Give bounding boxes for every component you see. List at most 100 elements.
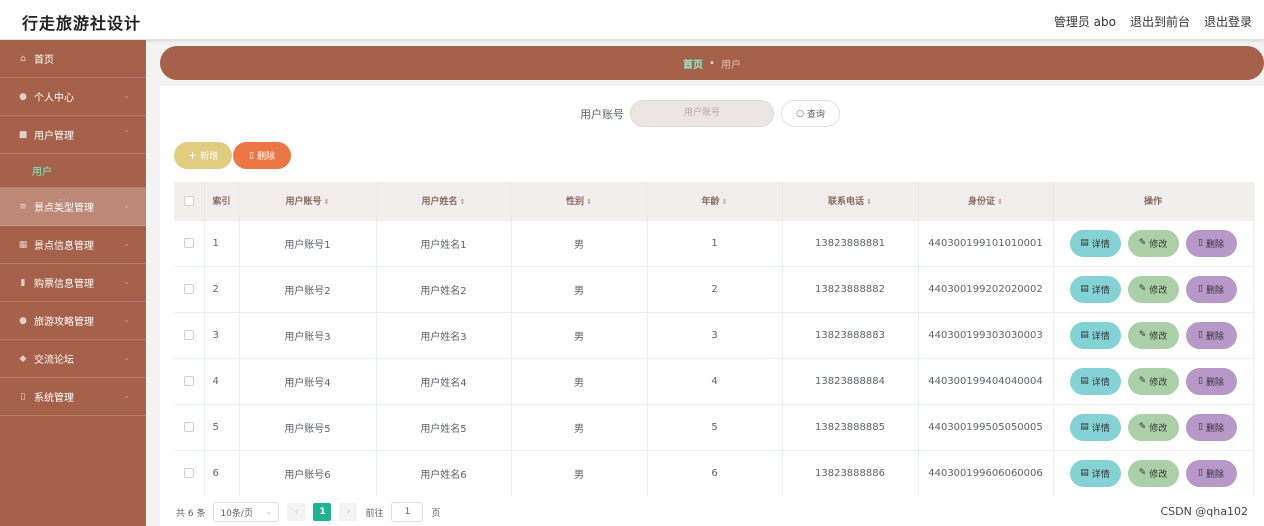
delete-row-button[interactable]: ▯ 删除	[1185, 459, 1237, 487]
breadcrumb-home[interactable]: 首页	[683, 56, 703, 71]
header-age[interactable]: 年龄 ⇕	[647, 182, 783, 220]
search-input[interactable]: 用户账号	[630, 100, 774, 127]
header-ops: 操作	[1053, 182, 1254, 220]
chevron-down-icon: ⌄	[123, 91, 130, 100]
sidebar-item-scenic-type[interactable]: ≡ 景点类型管理 ⌄	[0, 188, 146, 226]
edit-button[interactable]: ✎ 修改	[1127, 413, 1179, 441]
table-row: 2 用户账号2 用户姓名2 男 2 13823888882 4403001992020200…	[174, 265, 1254, 312]
edit-button[interactable]: ✎ 修改	[1127, 229, 1179, 257]
sidebar-item-home[interactable]: ⌂ 首页	[0, 40, 146, 78]
top-right-menu: 管理员 abo 退出到前台 退出登录	[1054, 13, 1252, 30]
header-gender[interactable]: 性别 ⇕	[511, 182, 648, 220]
chevron-down-icon: ⌄	[123, 391, 130, 400]
row-checkbox[interactable]	[174, 449, 205, 496]
edit-button[interactable]: ✎ 修改	[1127, 275, 1179, 303]
pencil-icon: ✎	[1138, 468, 1147, 479]
goto-page-input[interactable]: 1	[391, 502, 424, 522]
page-size-select[interactable]: 10条/页 ⌄	[213, 502, 280, 522]
cell-account: 用户账号1	[239, 219, 377, 266]
cell-ops: ▤ 详情 ✎ 修改 ▯ 删除	[1053, 403, 1254, 450]
search-button[interactable]: ○ 查询	[781, 100, 840, 127]
row-checkbox[interactable]	[174, 403, 205, 450]
pencil-icon: ✎	[1138, 330, 1147, 340]
delete-row-button[interactable]: ▯ 删除	[1185, 275, 1237, 303]
table-row: 4 用户账号4 用户姓名4 男 4 13823888884 4403001994040400…	[174, 357, 1254, 404]
add-button[interactable]: + 新增	[174, 142, 232, 169]
delete-row-button[interactable]: ▯ 删除	[1185, 229, 1237, 257]
detail-button[interactable]: ▤ 详情	[1069, 229, 1121, 257]
sidebar-item-label: 交流论坛	[34, 355, 74, 366]
cell-ops: ▤ 详情 ✎ 修改 ▯ 删除	[1053, 357, 1254, 404]
cell-id-card: 440300199303030003	[918, 311, 1054, 358]
sidebar-item-user-management[interactable]: ■ 用户管理 ⌃	[0, 116, 146, 154]
cell-ops: ▤ 详情 ✎ 修改 ▯ 删除	[1053, 219, 1254, 266]
sidebar-item-forum[interactable]: ◆ 交流论坛 ⌄	[0, 340, 146, 378]
cell-ops: ▤ 详情 ✎ 修改 ▯ 删除	[1053, 265, 1254, 312]
header-account[interactable]: 用户账号 ⇕	[239, 182, 377, 220]
detail-button[interactable]: ▤ 详情	[1069, 275, 1121, 303]
sidebar-item-system[interactable]: ▯ 系统管理 ⌄	[0, 378, 146, 416]
pencil-icon: ✎	[1138, 422, 1147, 432]
detail-button[interactable]: ▤ 详情	[1069, 367, 1121, 395]
cell-id-card: 440300199505050005	[918, 403, 1054, 450]
cell-name: 用户姓名4	[376, 357, 512, 404]
edit-button[interactable]: ✎ 修改	[1127, 367, 1179, 395]
header-id-card[interactable]: 身份证 ⇕	[918, 182, 1054, 220]
detail-button[interactable]: ▤ 详情	[1069, 459, 1121, 487]
chevron-down-icon: ⌄	[123, 315, 130, 324]
cell-age: 2	[647, 265, 783, 312]
detail-button[interactable]: ▤ 详情	[1069, 321, 1121, 349]
cell-phone: 13823888885	[782, 403, 919, 450]
detail-button[interactable]: ▤ 详情	[1069, 413, 1121, 441]
sort-icon: ⇕	[323, 198, 330, 207]
cell-gender: 男	[511, 357, 648, 404]
cell-gender: 男	[511, 265, 648, 312]
next-page-button[interactable]: ›	[339, 503, 358, 521]
cell-age: 6	[647, 449, 783, 496]
cell-age: 1	[647, 219, 783, 266]
cell-gender: 男	[511, 403, 648, 450]
plus-icon: +	[187, 149, 198, 162]
sort-icon: ⇕	[459, 198, 466, 207]
delete-row-button[interactable]: ▯ 删除	[1185, 413, 1237, 441]
cell-gender: 男	[511, 311, 648, 358]
current-page[interactable]: 1	[313, 503, 332, 521]
breadcrumb-current: 用户	[720, 59, 741, 71]
table-row: 3 用户账号3 用户姓名3 男 3 13823888883 4403001993030300…	[174, 311, 1254, 358]
logout-link[interactable]: 退出登录	[1204, 13, 1252, 30]
cell-gender: 男	[511, 449, 648, 496]
header-phone[interactable]: 联系电话 ⇕	[782, 182, 919, 220]
delete-row-button[interactable]: ▯ 删除	[1185, 321, 1237, 349]
prev-page-button[interactable]: ‹	[287, 503, 306, 521]
row-checkbox[interactable]	[174, 265, 205, 312]
sidebar-item-scenic-info[interactable]: ▦ 景点信息管理 ⌄	[0, 226, 146, 264]
table-row: 5 用户账号5 用户姓名5 男 5 13823888885 4403001995050500…	[174, 403, 1254, 450]
row-checkbox[interactable]	[174, 311, 205, 358]
sidebar-item-travel-guide[interactable]: ● 旅游攻略管理 ⌄	[0, 302, 146, 340]
edit-button[interactable]: ✎ 修改	[1127, 459, 1179, 487]
cell-index: 1	[204, 219, 240, 266]
delete-row-button[interactable]: ▯ 删除	[1185, 367, 1237, 395]
cell-phone: 13823888884	[782, 357, 919, 404]
trash-icon: ▯	[1198, 468, 1203, 479]
sidebar-item-ticket-info[interactable]: ▮ 购票信息管理 ⌄	[0, 264, 146, 302]
sidebar-item-personal-center[interactable]: ● 个人中心 ⌄	[0, 78, 146, 116]
select-all-checkbox[interactable]	[174, 182, 205, 220]
batch-delete-button[interactable]: ▯ 删除	[233, 142, 291, 169]
app-title: 行走旅游社设计	[22, 14, 142, 33]
trash-icon: ▯	[1198, 238, 1203, 248]
cell-id-card: 440300199606060006	[918, 449, 1054, 496]
main-panel: 用户账号 用户账号 ○ 查询 + 新增 ▯ 删除 索引 用户账号 ⇕ 用户姓名 ⇕ …	[160, 86, 1264, 526]
sidebar-subitem-user[interactable]: 用户	[0, 154, 146, 188]
grid-icon: ▦	[18, 239, 28, 250]
header-name[interactable]: 用户姓名 ⇕	[376, 182, 512, 220]
sidebar-item-label: 景点信息管理	[34, 241, 94, 252]
row-checkbox[interactable]	[174, 219, 205, 266]
row-checkbox[interactable]	[174, 357, 205, 404]
table-header-row: 索引 用户账号 ⇕ 用户姓名 ⇕ 性别 ⇕ 年龄 ⇕ 联系电话 ⇕ 身份证 ⇕ 操作	[174, 182, 1254, 220]
users-icon: ■	[18, 129, 28, 140]
pagination: 共 6 条 10条/页 ⌄ ‹ 1 › 前往 1 页	[176, 502, 440, 522]
back-to-front-link[interactable]: 退出到前台	[1130, 13, 1190, 30]
edit-button[interactable]: ✎ 修改	[1127, 321, 1179, 349]
settings-icon: ▯	[20, 391, 26, 402]
